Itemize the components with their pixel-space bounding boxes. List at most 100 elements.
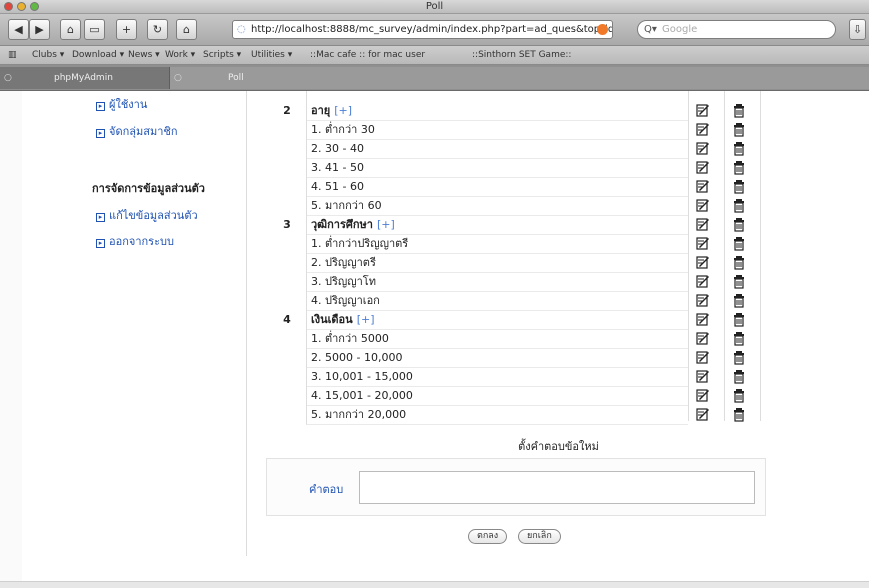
home-page-button[interactable]: ⌂ [176, 19, 197, 40]
trash-icon[interactable] [732, 331, 746, 346]
add-answer-link[interactable]: [+] [334, 104, 352, 117]
trash-icon[interactable] [732, 407, 746, 422]
sidebar-item-users[interactable]: ▸ ผู้ใช้งาน [96, 95, 147, 113]
reload-button[interactable]: ↻ [147, 19, 168, 40]
answer-textarea[interactable] [359, 471, 755, 504]
answer-text: 5. มากกว่า 20,000 [306, 405, 688, 425]
edit-icon[interactable] [696, 274, 710, 289]
home-button[interactable]: ⌂ [60, 19, 81, 40]
forward-button[interactable]: ▶ [29, 19, 50, 40]
tab-phpmyadmin[interactable]: ○ phpMyAdmin [0, 67, 170, 89]
home-icon: ⌂ [67, 23, 74, 36]
trash-icon[interactable] [732, 312, 746, 327]
bookmark-utilities[interactable]: Utilities ▾ [251, 50, 292, 60]
trash-icon[interactable] [732, 350, 746, 365]
answer-label: คำตอบ [309, 483, 344, 496]
trash-icon[interactable] [732, 369, 746, 384]
bookmark-clubs[interactable]: Clubs ▾ [32, 50, 64, 60]
home-page-icon: ⌂ [183, 23, 190, 36]
edit-icon[interactable] [696, 331, 710, 346]
edit-icon[interactable] [696, 103, 710, 118]
page-icon: ◌ [237, 24, 246, 35]
bookmark-sinthorn[interactable]: ::Sinthorn SET Game:: [472, 50, 571, 60]
edit-icon[interactable] [696, 407, 710, 422]
trash-icon[interactable] [732, 179, 746, 194]
question-title: วุฒิการศึกษา [+] [306, 215, 688, 235]
question-title-text: วุฒิการศึกษา [311, 218, 373, 231]
edit-icon[interactable] [696, 160, 710, 175]
submit-button[interactable]: ตกลง [468, 529, 508, 544]
edit-icon[interactable] [696, 388, 710, 403]
edit-icon[interactable] [696, 122, 710, 137]
edit-icon[interactable] [696, 369, 710, 384]
answer-row: 1. ต่ำกว่า 5000 [268, 329, 744, 349]
bookmark-work[interactable]: Work ▾ [165, 50, 195, 60]
trash-icon[interactable] [732, 293, 746, 308]
browser-window: Poll ◀ ▶ ⌂ ▭ + ↻ ⌂ ◌ http://localhost:88… [0, 0, 869, 588]
back-button[interactable]: ◀ [8, 19, 29, 40]
trash-icon[interactable] [732, 141, 746, 156]
bookmarks-icon[interactable]: ▥ [8, 50, 17, 60]
bookmark-button[interactable]: ▭ [84, 19, 105, 40]
answer-text: 3. 10,001 - 15,000 [306, 367, 688, 387]
answer-text: 1. ต่ำกว่า 30 [306, 120, 688, 140]
bookmark-download[interactable]: Download ▾ [72, 50, 124, 60]
edit-icon[interactable] [696, 350, 710, 365]
question-row: 2 อายุ [+] [268, 101, 744, 121]
edit-icon[interactable] [696, 312, 710, 327]
cancel-button[interactable]: ยกเลิก [518, 529, 561, 544]
edit-icon[interactable] [696, 293, 710, 308]
trash-icon[interactable] [732, 236, 746, 251]
forward-arrow-icon: ▶ [35, 23, 44, 36]
answer-row: 3. ปริญญาโท [268, 272, 744, 292]
column-divider [760, 91, 761, 421]
bookmark-scripts[interactable]: Scripts ▾ [203, 50, 241, 60]
answer-text: 4. 51 - 60 [306, 177, 688, 197]
tab-poll[interactable]: ○ Poll [170, 67, 869, 89]
edit-icon[interactable] [696, 236, 710, 251]
back-arrow-icon: ◀ [14, 23, 23, 36]
trash-icon[interactable] [732, 274, 746, 289]
address-bar[interactable]: ◌ http://localhost:8888/mc_survey/admin/… [232, 20, 613, 39]
sidebar-item-edit-profile[interactable]: ▸ แก้ไขข้อมูลส่วนตัว [96, 206, 198, 224]
edit-icon[interactable] [696, 179, 710, 194]
edit-icon[interactable] [696, 198, 710, 213]
search-field[interactable]: Q▾ Google [637, 20, 836, 39]
sidebar-item-label: จัดกลุ่มสมาชิก [109, 125, 178, 138]
answer-text: 2. ปริญญาตรี [306, 253, 688, 273]
question-number: 4 [283, 313, 291, 326]
bookmark-icon: ▭ [89, 23, 100, 36]
trash-icon[interactable] [732, 103, 746, 118]
add-bookmark-button[interactable]: + [116, 19, 137, 40]
answer-text: 4. ปริญญาเอก [306, 291, 688, 311]
trash-icon[interactable] [732, 388, 746, 403]
answer-row: 4. 15,001 - 20,000 [268, 386, 744, 406]
plus-icon: + [121, 23, 132, 36]
sidebar-item-logout[interactable]: ▸ ออกจากระบบ [96, 232, 174, 250]
answer-row: 2. 5000 - 10,000 [268, 348, 744, 368]
add-answer-link[interactable]: [+] [377, 218, 395, 231]
edit-icon[interactable] [696, 141, 710, 156]
sidebar-item-member-groups[interactable]: ▸ จัดกลุ่มสมาชิก [96, 122, 178, 140]
tab-close-icon[interactable]: ○ [174, 67, 182, 89]
edit-icon[interactable] [696, 255, 710, 270]
trash-icon[interactable] [732, 255, 746, 270]
download-button[interactable]: ⇩ [849, 19, 866, 40]
answer-row: 1. ต่ำกว่า 30 [268, 120, 744, 140]
trash-icon[interactable] [732, 198, 746, 213]
question-title: อายุ [+] [306, 101, 688, 121]
tab-close-icon[interactable]: ○ [4, 67, 12, 89]
trash-icon[interactable] [732, 217, 746, 232]
sidebar-item-label: แก้ไขข้อมูลส่วนตัว [109, 209, 198, 222]
edit-icon[interactable] [696, 217, 710, 232]
bookmark-mac-cafe[interactable]: ::Mac cafe :: for mac user [310, 50, 425, 60]
address-text: http://localhost:8888/mc_survey/admin/in… [251, 24, 613, 35]
bookmark-news[interactable]: News ▾ [128, 50, 160, 60]
question-number: 3 [283, 218, 291, 231]
answer-text: 4. 15,001 - 20,000 [306, 386, 688, 406]
page-content: ▸ ผู้ใช้งาน ▸ จัดกลุ่มสมาชิก การจัดการข้อม… [0, 91, 869, 588]
trash-icon[interactable] [732, 122, 746, 137]
trash-icon[interactable] [732, 160, 746, 175]
answer-text: 2. 5000 - 10,000 [306, 348, 688, 368]
add-answer-link[interactable]: [+] [357, 313, 375, 326]
